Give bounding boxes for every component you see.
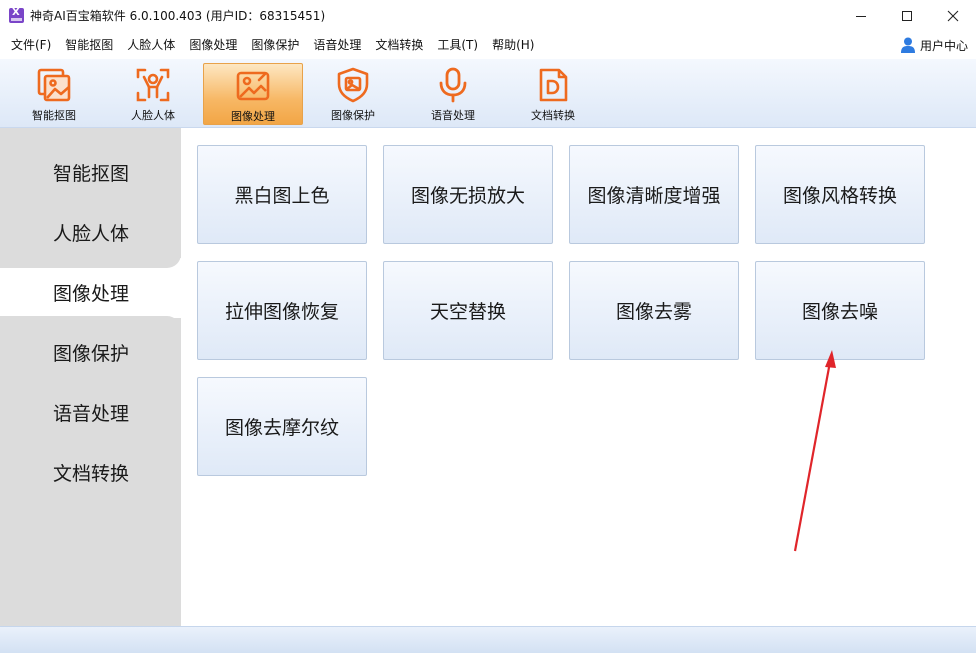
toolbar-face-body[interactable]: 人脸人体 (103, 63, 203, 125)
image-edit-icon (233, 66, 273, 106)
sidebar-item-image-protection[interactable]: 图像保护 (0, 316, 181, 382)
toolbar-image-protection[interactable]: 图像保护 (303, 63, 403, 125)
feature-moire-removal-button[interactable]: 图像去摩尔纹 (197, 377, 367, 476)
user-center-label: 用户中心 (919, 38, 968, 53)
image-cutout-icon (34, 65, 74, 105)
document-icon (533, 65, 573, 105)
close-button[interactable] (930, 0, 976, 31)
sidebar-item-label: 图像保护 (53, 342, 130, 365)
window-title: 神奇AI百宝箱软件 6.0.100.403 (用户ID：68315451) (30, 9, 326, 23)
user-icon (900, 37, 915, 53)
toolbar: 智能抠图 人脸人体 图像处理 图像保护 语音处理 文档转换 (0, 59, 976, 128)
sidebar-item-smart-cutout[interactable]: 智能抠图 (0, 142, 181, 202)
image-shield-icon (333, 65, 373, 105)
app-logo-icon (9, 7, 24, 23)
menu-image-processing[interactable]: 图像处理 (182, 31, 244, 59)
sidebar-item-voice-processing[interactable]: 语音处理 (0, 382, 181, 442)
feature-dehaze-button[interactable]: 图像去雾 (569, 261, 739, 360)
toolbar-label: 人脸人体 (131, 109, 175, 122)
toolbar-label: 图像保护 (331, 109, 375, 122)
minimize-icon (856, 15, 866, 17)
feature-colorize-button[interactable]: 黑白图上色 (197, 145, 367, 244)
feature-sky-replace-button[interactable]: 天空替换 (383, 261, 553, 360)
menu-smart-cutout[interactable]: 智能抠图 (58, 31, 120, 59)
maximize-button[interactable] (884, 0, 930, 31)
toolbar-label: 图像处理 (231, 110, 275, 123)
face-body-icon (133, 65, 173, 105)
sidebar-item-image-processing[interactable]: 图像处理 (0, 268, 181, 316)
window-controls (838, 0, 976, 31)
feature-upscale-button[interactable]: 图像无损放大 (383, 145, 553, 244)
user-center-button[interactable]: 用户中心 (900, 31, 968, 59)
toolbar-label: 文档转换 (531, 109, 575, 122)
toolbar-label: 智能抠图 (32, 109, 76, 122)
maximize-icon (902, 10, 912, 21)
close-icon (947, 10, 959, 21)
sidebar: 智能抠图 人脸人体 图像处理 图像保护 语音处理 文档转换 (0, 128, 181, 626)
toolbar-smart-cutout[interactable]: 智能抠图 (4, 63, 104, 125)
menu-file[interactable]: 文件(F) (4, 31, 58, 59)
sidebar-item-face-body[interactable]: 人脸人体 (0, 202, 181, 268)
menu-bar: 文件(F) 智能抠图 人脸人体 图像处理 图像保护 语音处理 文档转换 工具(T… (0, 31, 976, 59)
feature-stretch-restore-button[interactable]: 拉伸图像恢复 (197, 261, 367, 360)
toolbar-image-processing[interactable]: 图像处理 (203, 63, 303, 125)
feature-style-transfer-button[interactable]: 图像风格转换 (755, 145, 925, 244)
feature-sharpen-button[interactable]: 图像清晰度增强 (569, 145, 739, 244)
feature-denoise-button[interactable]: 图像去噪 (755, 261, 925, 360)
minimize-button[interactable] (838, 0, 884, 31)
toolbar-label: 语音处理 (431, 109, 475, 122)
menu-image-protection[interactable]: 图像保护 (244, 31, 306, 59)
microphone-icon (433, 65, 473, 105)
toolbar-voice-processing[interactable]: 语音处理 (403, 63, 503, 125)
menu-tools[interactable]: 工具(T) (430, 31, 485, 59)
title-bar: 神奇AI百宝箱软件 6.0.100.403 (用户ID：68315451) (0, 0, 976, 31)
menu-voice-processing[interactable]: 语音处理 (306, 31, 368, 59)
status-bar (0, 626, 976, 653)
toolbar-document-conversion[interactable]: 文档转换 (503, 63, 603, 125)
feature-panel: 黑白图上色 图像无损放大 图像清晰度增强 图像风格转换 拉伸图像恢复 天空替换 … (181, 128, 976, 626)
menu-help[interactable]: 帮助(H) (485, 31, 541, 59)
sidebar-item-label: 人脸人体 (53, 222, 130, 245)
menu-document-conversion[interactable]: 文档转换 (368, 31, 430, 59)
sidebar-item-document-conversion[interactable]: 文档转换 (0, 442, 181, 502)
menu-face-body[interactable]: 人脸人体 (120, 31, 182, 59)
